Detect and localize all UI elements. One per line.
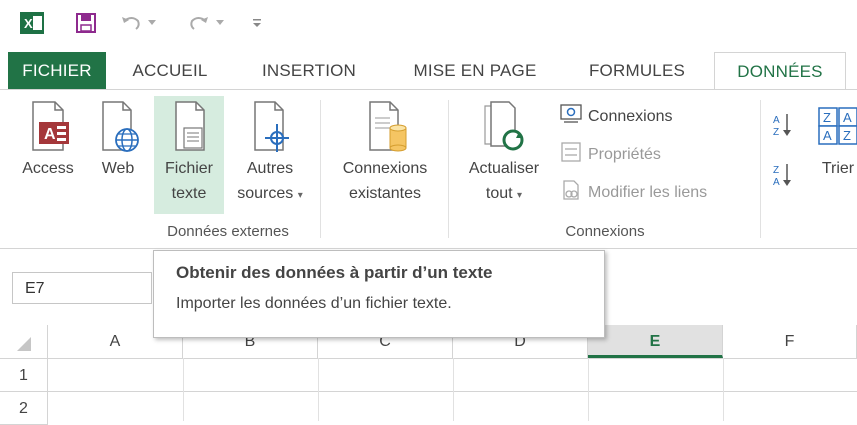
tab-donnees[interactable]: DONNÉES: [714, 52, 846, 91]
ribbon: A Access Web Fichier texte Autres source…: [0, 90, 857, 249]
connections-icon: [560, 104, 582, 129]
web-button[interactable]: Web: [88, 96, 148, 181]
existing-connections-label-1: Connexions: [342, 160, 428, 177]
access-label: Access: [22, 160, 74, 177]
refresh-all-button[interactable]: Actualiser tout ▾: [454, 96, 554, 208]
grid-line: [453, 358, 454, 421]
column-header-f[interactable]: F: [723, 325, 857, 358]
sort-az-icon: A Z: [772, 112, 794, 143]
tab-fichier[interactable]: FICHIER: [8, 52, 106, 90]
properties-label: Propriétés: [588, 145, 661, 163]
svg-text:A: A: [44, 126, 56, 143]
svg-text:A: A: [773, 115, 780, 126]
tab-formules[interactable]: FORMULES: [573, 52, 701, 90]
group-separator: [448, 100, 449, 238]
group-separator: [760, 100, 761, 238]
svg-text:Z: Z: [823, 110, 831, 125]
existing-connections-button[interactable]: Connexions existantes: [328, 96, 442, 206]
excel-logo-icon: X: [20, 10, 44, 36]
properties-icon: [560, 142, 582, 167]
undo-icon[interactable]: [120, 10, 142, 36]
svg-text:A: A: [823, 128, 832, 143]
ribbon-separator: [320, 100, 321, 238]
ribbon-tabs: FICHIER ACCUEIL INSERTION MISE EN PAGE F…: [0, 52, 857, 91]
sort-ascending-button[interactable]: A Z: [772, 112, 794, 143]
other-sources-icon: [228, 96, 312, 156]
sort-descending-button[interactable]: Z A: [772, 162, 794, 193]
refresh-icon: [454, 96, 554, 156]
column-header-e[interactable]: E: [588, 325, 723, 358]
other-sources-button[interactable]: Autres sources ▾: [228, 96, 312, 208]
tooltip-description: Importer les données d’un fichier texte.: [176, 295, 452, 312]
save-icon[interactable]: [75, 10, 97, 36]
connections-label: Connexions: [588, 107, 673, 125]
tooltip: Obtenir des données à partir d’un texte …: [153, 250, 605, 338]
grid-line: [0, 358, 857, 359]
svg-text:Z: Z: [843, 128, 851, 143]
grid-line: [588, 358, 589, 421]
tab-accueil[interactable]: ACCUEIL: [118, 52, 222, 90]
tab-mise-en-page[interactable]: MISE EN PAGE: [396, 52, 554, 90]
sort-label: Trier: [821, 160, 855, 177]
connections-button[interactable]: Connexions: [560, 104, 673, 129]
existing-connections-label-2: existantes: [348, 185, 422, 202]
access-button[interactable]: A Access: [12, 96, 84, 181]
chevron-down-icon: ▾: [297, 190, 303, 201]
edit-links-label: Modifier les liens: [588, 183, 708, 201]
text-file-button[interactable]: Fichier texte: [154, 96, 224, 214]
edit-links-button[interactable]: Modifier les liens: [560, 180, 707, 205]
undo-dropdown-icon[interactable]: [147, 10, 157, 36]
redo-dropdown-icon[interactable]: [215, 10, 225, 36]
svg-text:A: A: [843, 110, 852, 125]
svg-text:Z: Z: [773, 127, 779, 138]
grid-line: [318, 358, 319, 421]
quick-access-toolbar: X: [0, 0, 857, 46]
row-header-1[interactable]: 1: [0, 359, 48, 392]
properties-button[interactable]: Propriétés: [560, 142, 661, 167]
grid-line: [0, 391, 857, 392]
grid-line: [723, 358, 724, 421]
sort-za-icon: Z A: [772, 162, 794, 193]
refresh-all-label-2: tout ▾: [485, 185, 523, 202]
text-file-label-1: Fichier: [164, 160, 213, 177]
text-file-icon: [154, 96, 224, 156]
refresh-all-label-1: Actualiser: [468, 160, 540, 177]
text-file-label-2: texte: [171, 185, 207, 202]
sort-button[interactable]: Z A A Z Trier: [808, 96, 857, 181]
other-sources-label-1: Autres: [246, 160, 294, 177]
svg-text:X: X: [24, 16, 33, 31]
svg-text:A: A: [773, 177, 780, 188]
web-globe-icon: [88, 96, 148, 156]
row-header-2[interactable]: 2: [0, 392, 48, 425]
group-label-connections: Connexions: [565, 223, 645, 240]
edit-links-icon: [560, 180, 582, 205]
sort-icon: Z A A Z: [808, 96, 857, 156]
access-icon: A: [12, 96, 84, 156]
web-label: Web: [101, 160, 135, 177]
worksheet-grid: A B C D E F 1 2: [0, 325, 857, 425]
group-label-external-data: Données externes: [167, 223, 289, 240]
name-box[interactable]: E7: [12, 272, 152, 304]
chevron-down-icon: ▾: [517, 190, 523, 201]
tab-insertion[interactable]: INSERTION: [244, 52, 374, 90]
select-all-corner[interactable]: [0, 325, 48, 358]
redo-icon[interactable]: [188, 10, 210, 36]
grid-line: [183, 358, 184, 421]
customize-qat-icon[interactable]: [250, 10, 264, 36]
tooltip-title: Obtenir des données à partir d’un texte: [176, 263, 493, 282]
existing-connections-icon: [328, 96, 442, 156]
other-sources-label-2: sources ▾: [237, 185, 303, 202]
svg-text:Z: Z: [773, 165, 779, 176]
